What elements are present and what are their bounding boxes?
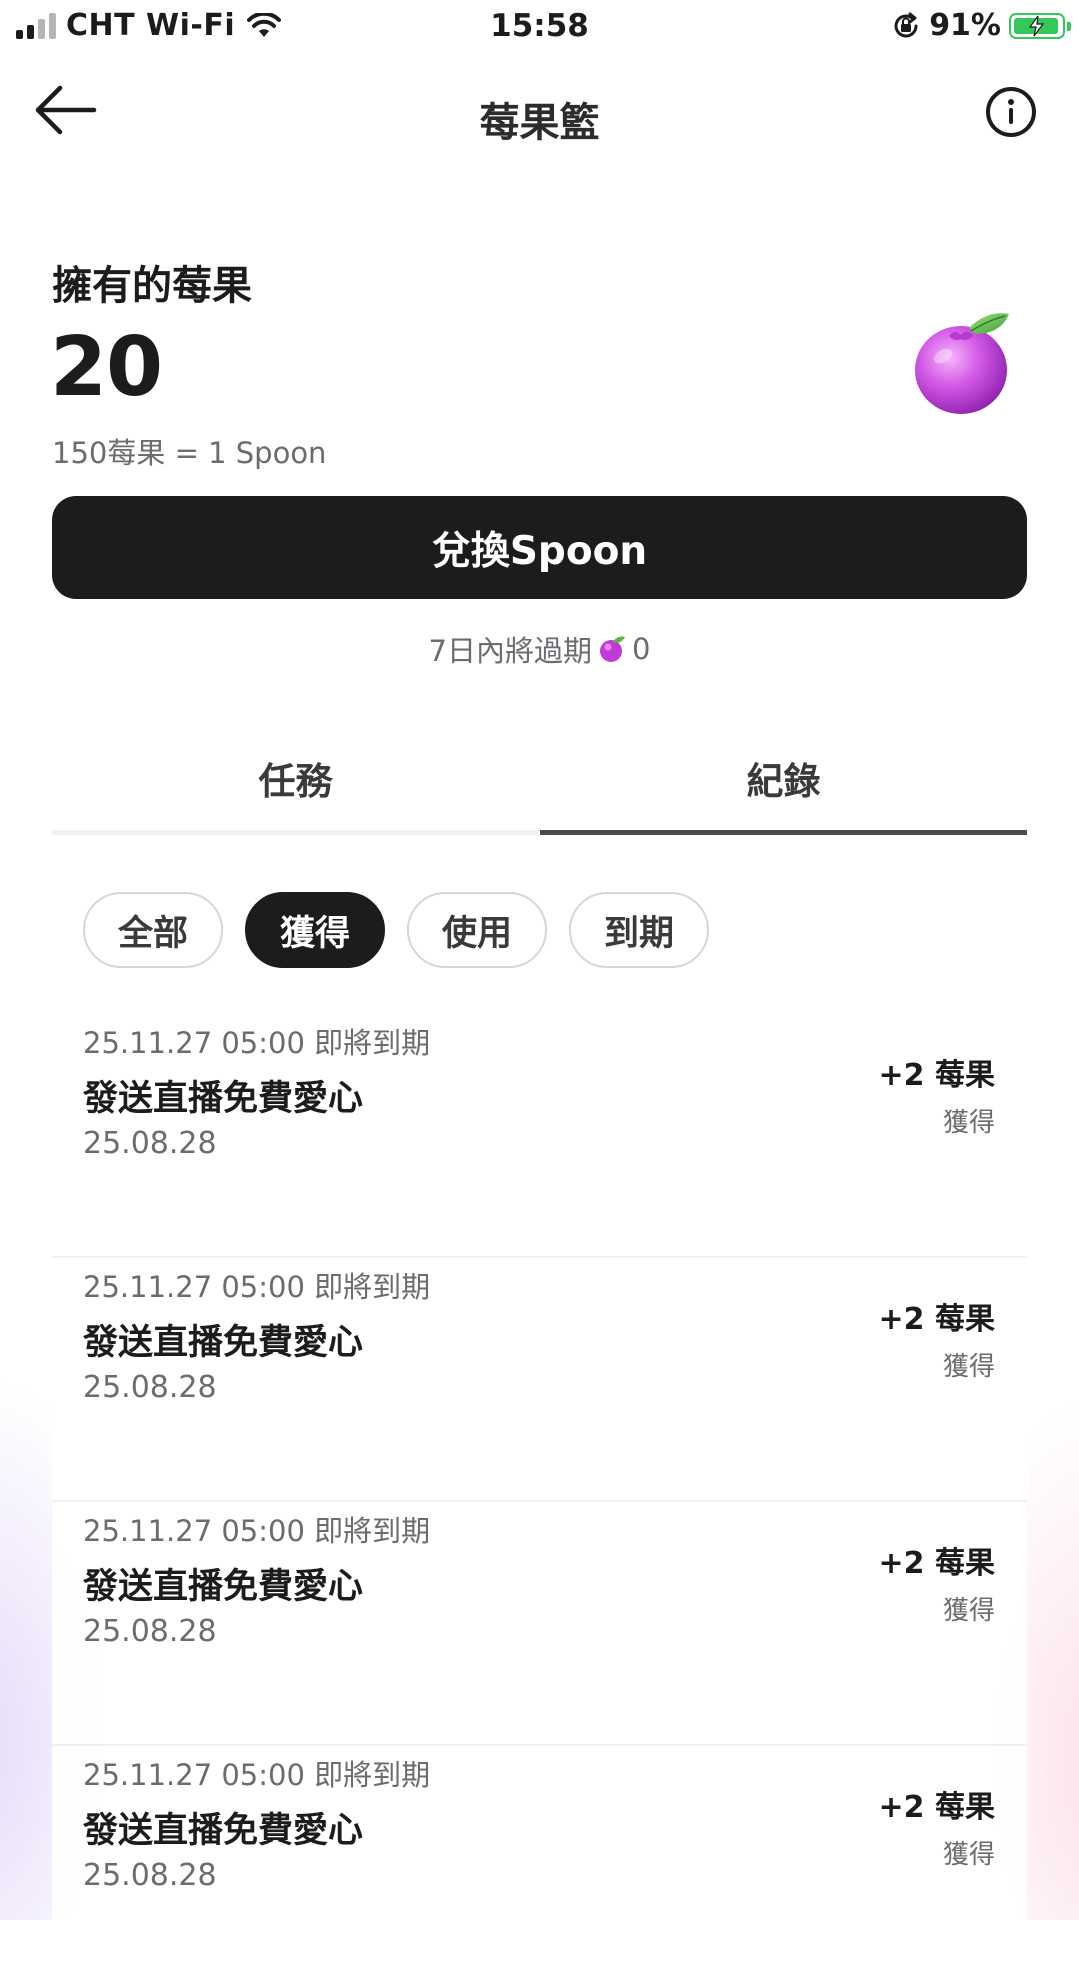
records-list: 25.11.27 05:00 即將到期 發送直播免費愛心 25.08.28 +2… xyxy=(52,1014,1027,1988)
record-date: 25.08.28 xyxy=(83,1370,217,1405)
filter-expired-chip[interactable]: 到期 xyxy=(569,892,709,968)
status-bar: CHT Wi-Fi 15:58 91% xyxy=(0,0,1079,54)
berry-icon xyxy=(915,313,1009,414)
record-type: 獲得 xyxy=(942,1108,995,1138)
filter-all-chip[interactable]: 全部 xyxy=(83,892,223,968)
record-item: 25.11.27 05:00 即將到期 發送直播免費愛心 25.08.28 +2… xyxy=(52,1258,1027,1502)
status-right: 91% xyxy=(891,8,1071,43)
record-item: 25.11.27 05:00 即將到期 發送直播免費愛心 25.08.28 +2… xyxy=(52,1014,1027,1258)
expiry-count: 0 xyxy=(632,632,651,666)
info-circle-icon xyxy=(986,87,1036,137)
battery-percent: 91% xyxy=(929,8,1001,43)
record-expiry: 25.11.27 05:00 即將到期 xyxy=(83,1514,431,1548)
record-title: 發送直播免費愛心 xyxy=(83,1811,364,1851)
record-amount: +2 莓果 xyxy=(878,1790,995,1825)
exchange-rate: 150莓果 = 1 Spoon xyxy=(52,436,327,470)
berry-icon xyxy=(600,636,625,662)
owned-berries-label: 擁有的莓果 xyxy=(52,263,252,309)
expiry-notice-text: 7日內將過期 xyxy=(428,634,592,668)
tab-records[interactable]: 紀錄 xyxy=(540,752,1027,835)
record-expiry: 25.11.27 05:00 即將到期 xyxy=(83,1270,431,1304)
exchange-spoon-button[interactable]: 兌換Spoon xyxy=(52,496,1027,599)
record-expiry: 25.11.27 05:00 即將到期 xyxy=(83,1758,431,1792)
filter-chips: 全部 獲得 使用 到期 xyxy=(83,892,709,968)
expiry-notice: 7日內將過期 0 xyxy=(0,628,1079,670)
owned-berries-value: 20 xyxy=(50,320,163,415)
orientation-lock-icon xyxy=(894,12,918,37)
filter-earned-chip[interactable]: 獲得 xyxy=(245,892,385,968)
record-date: 25.08.28 xyxy=(83,1614,217,1649)
battery-icon xyxy=(1009,12,1071,39)
record-amount: +2 莓果 xyxy=(878,1546,995,1581)
info-button[interactable] xyxy=(983,84,1039,140)
record-date: 25.08.28 xyxy=(83,1126,217,1161)
tab-bar: 任務 紀錄 xyxy=(52,752,1027,835)
record-title: 發送直播免費愛心 xyxy=(83,1323,364,1363)
record-date: 25.08.28 xyxy=(83,1858,217,1893)
record-expiry: 25.11.27 05:00 即將到期 xyxy=(83,1026,431,1060)
record-item: 25.11.27 05:00 即將到期 發送直播免費愛心 25.08.28 +2… xyxy=(52,1502,1027,1746)
filter-used-chip[interactable]: 使用 xyxy=(407,892,547,968)
page-title: 莓果籃 xyxy=(479,100,600,146)
record-type: 獲得 xyxy=(942,1596,995,1626)
record-type: 獲得 xyxy=(942,1840,995,1870)
record-amount: +2 莓果 xyxy=(878,1058,995,1093)
tab-missions[interactable]: 任務 xyxy=(52,752,539,835)
record-title: 發送直播免費愛心 xyxy=(83,1079,364,1119)
record-type: 獲得 xyxy=(942,1352,995,1382)
record-amount: +2 莓果 xyxy=(878,1302,995,1337)
record-title: 發送直播免費愛心 xyxy=(83,1567,364,1607)
record-item: 25.11.27 05:00 即將到期 發送直播免費愛心 25.08.28 +2… xyxy=(52,1746,1027,1988)
